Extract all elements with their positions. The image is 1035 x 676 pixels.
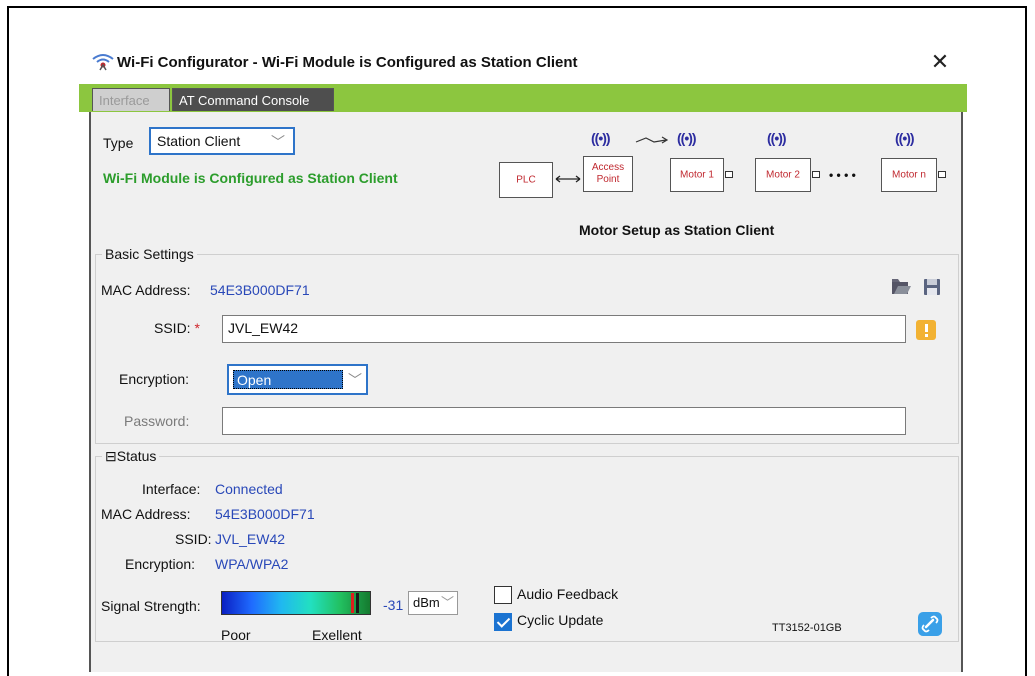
connector-port	[725, 171, 733, 178]
motor-n-label: Motor n	[892, 169, 926, 181]
antenna-icon: ((•))	[895, 130, 915, 146]
access-point-label-line1: Access	[591, 162, 625, 173]
signal-strength-value: -31	[383, 597, 404, 613]
ssid-label-text: SSID:	[154, 320, 191, 336]
window-title: Wi-Fi Configurator - Wi-Fi Module is Con…	[117, 54, 578, 71]
password-label: Password:	[124, 413, 190, 429]
basic-settings-title: Basic Settings	[102, 246, 197, 262]
wireless-link-arrow-icon	[635, 136, 669, 144]
status-encryption-label: Encryption:	[125, 556, 196, 572]
chevron-down-icon: ﹀	[271, 134, 285, 150]
excellent-label: Exellent	[312, 627, 362, 643]
chevron-down-icon: ﹀	[348, 372, 362, 388]
status-title-text: Status	[116, 448, 157, 464]
antenna-icon: ((•))	[677, 130, 697, 146]
bidirectional-arrow-icon	[555, 175, 581, 183]
password-input[interactable]	[222, 407, 906, 435]
collapse-icon[interactable]: ⊟	[105, 448, 117, 464]
tab-bar: Interface AT Command Console	[79, 84, 967, 112]
warning-key-icon[interactable]	[915, 319, 937, 341]
mac-address-label: MAC Address:	[101, 282, 191, 298]
audio-feedback-label: Audio Feedback	[517, 586, 619, 602]
poor-label: Poor	[221, 627, 251, 643]
type-select-value: Station Client	[157, 133, 241, 149]
chevron-down-icon: ﹀	[440, 595, 454, 610]
access-point-label-line2: Point	[596, 174, 620, 185]
ssid-label: SSID: *	[154, 320, 200, 336]
wifi-configurator-window: Wi-Fi Configurator - Wi-Fi Module is Con…	[79, 42, 967, 672]
type-label: Type	[103, 135, 134, 151]
antenna-icon: ((•))	[591, 130, 611, 146]
configuration-status: Wi-Fi Module is Configured as Station Cl…	[103, 170, 398, 186]
motor-2-label: Motor 2	[766, 169, 800, 181]
encryption-label: Encryption:	[119, 371, 190, 387]
status-mac-value: 54E3B000DF71	[215, 506, 315, 522]
status-interface-value: Connected	[215, 481, 283, 497]
motor-n-box: Motor n	[881, 158, 937, 192]
status-ssid-label: SSID:	[175, 531, 212, 547]
plc-box: PLC	[499, 162, 553, 198]
open-file-icon[interactable]	[890, 276, 912, 298]
document-reference: TT3152-01GB	[772, 622, 842, 634]
required-marker: *	[194, 320, 200, 336]
cyclic-update-checkbox[interactable]	[494, 613, 512, 631]
encryption-select[interactable]: Open ﹀	[227, 364, 368, 395]
signal-unit-value: dBm	[413, 595, 440, 610]
motor-1-box: Motor 1	[670, 158, 724, 192]
plc-label: PLC	[516, 174, 536, 186]
diagram-caption: Motor Setup as Station Client	[579, 222, 775, 238]
signal-level-marker-dark	[356, 593, 359, 613]
close-button[interactable]: ✕	[923, 46, 957, 78]
tab-at-command-console[interactable]: AT Command Console	[172, 88, 334, 111]
status-mac-label: MAC Address:	[101, 506, 191, 522]
signal-level-marker	[351, 593, 354, 613]
ellipsis-dots: • • • •	[829, 168, 856, 182]
motor-1-label: Motor 1	[680, 169, 714, 181]
signal-unit-select[interactable]: dBm ﹀	[408, 591, 458, 615]
audio-feedback-checkbox[interactable]	[494, 586, 512, 604]
mac-address-value: 54E3B000DF71	[210, 282, 310, 298]
antenna-icon: ((•))	[767, 130, 787, 146]
ssid-input-value: JVL_EW42	[228, 320, 299, 336]
network-diagram: PLC Access Point ((•)) ((•)) Motor 1 ((•…	[499, 120, 959, 238]
status-interface-label: Interface:	[142, 481, 201, 497]
link-icon[interactable]	[918, 612, 942, 636]
connector-port	[812, 171, 820, 178]
signal-strength-label: Signal Strength:	[101, 598, 201, 614]
status-ssid-value: JVL_EW42	[215, 531, 286, 547]
status-encryption-value: WPA/WPA2	[215, 556, 289, 572]
status-group: ⊟Status Interface: Connected MAC Address…	[95, 448, 959, 643]
interface-panel: Type Station Client ﹀ Wi-Fi Module is Co…	[89, 112, 963, 672]
save-file-icon[interactable]	[921, 276, 943, 298]
status-title: ⊟Status	[102, 448, 160, 465]
ssid-input[interactable]: JVL_EW42	[222, 315, 906, 343]
tab-interface[interactable]: Interface	[92, 88, 170, 111]
basic-settings-group: Basic Settings MAC Address: 54E3B000DF71…	[95, 246, 959, 444]
type-select[interactable]: Station Client ﹀	[149, 127, 295, 155]
motor-2-box: Motor 2	[755, 158, 811, 192]
wifi-app-icon	[92, 54, 114, 71]
cyclic-update-label: Cyclic Update	[517, 612, 604, 628]
access-point-box: Access Point	[583, 156, 633, 192]
title-bar: Wi-Fi Configurator - Wi-Fi Module is Con…	[79, 42, 967, 84]
connector-port	[938, 171, 946, 178]
signal-strength-meter	[221, 591, 371, 615]
encryption-select-value: Open	[233, 370, 343, 389]
